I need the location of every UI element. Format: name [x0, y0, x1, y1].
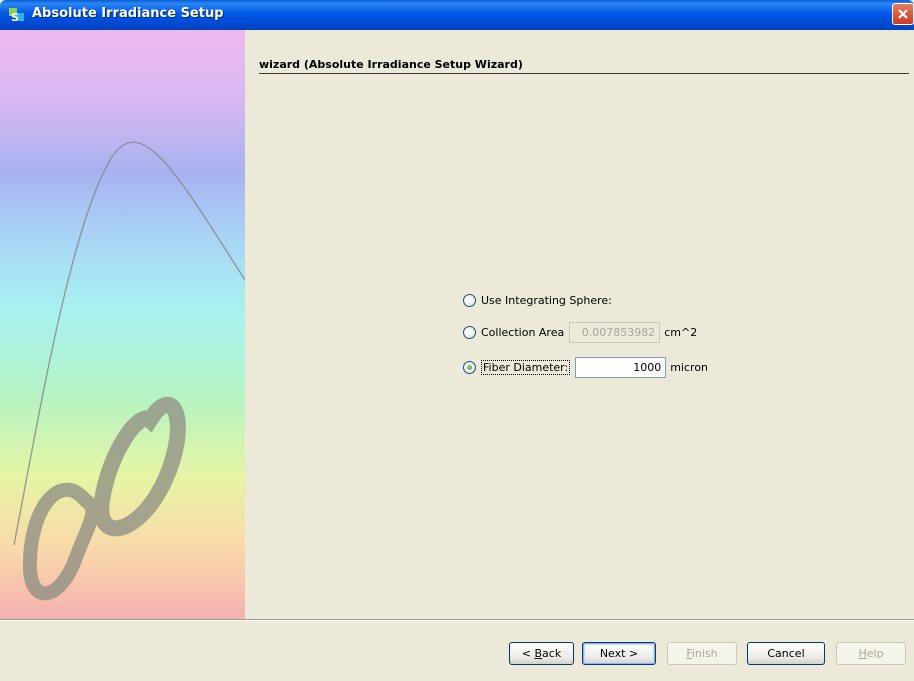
help-button[interactable]: Help — [836, 642, 906, 665]
close-icon — [898, 9, 908, 19]
back-rest: ack — [542, 647, 562, 660]
collection-area-input — [569, 322, 661, 343]
svg-text:S: S — [11, 11, 19, 24]
collection-area-unit: cm^2 — [664, 326, 698, 339]
wizard-side-banner — [0, 30, 245, 619]
next-label: Next > — [599, 647, 639, 660]
next-button[interactable]: Next > — [582, 642, 656, 665]
collection-area-option[interactable]: Collection Area cm^2 — [463, 322, 697, 343]
spectrasuite-app-icon: S — [8, 6, 26, 24]
footer-divider-highlight — [0, 620, 914, 621]
fiber-diameter-unit: micron — [670, 361, 709, 374]
help-mnemonic: H — [858, 647, 867, 660]
close-button[interactable] — [892, 3, 914, 25]
back-button[interactable]: < Back — [509, 642, 574, 665]
help-rest: elp — [866, 647, 884, 660]
integrating-sphere-option[interactable]: Use Integrating Sphere: — [463, 294, 612, 307]
cancel-button[interactable]: Cancel — [747, 642, 825, 665]
finish-rest: inish — [691, 647, 718, 660]
back-prefix: < — [521, 647, 535, 660]
header-divider — [259, 73, 909, 74]
integrating-sphere-radio[interactable] — [463, 294, 476, 307]
collection-area-radio[interactable] — [463, 326, 476, 339]
wizard-step-title: wizard (Absolute Irradiance Setup Wizard… — [259, 58, 523, 71]
fiber-diameter-option[interactable]: Fiber Diameter: micron — [463, 357, 708, 378]
fiber-diameter-radio[interactable] — [463, 361, 476, 374]
absolute-irradiance-setup-window: S Absolute Irradiance Setup wizard (Abso… — [0, 0, 914, 681]
back-mnemonic: B — [534, 647, 543, 660]
integrating-sphere-label: Use Integrating Sphere: — [481, 294, 612, 307]
finish-button[interactable]: Finish — [667, 642, 737, 665]
cancel-label: Cancel — [767, 647, 805, 660]
fiber-diameter-label: Fiber Diameter: — [481, 360, 571, 375]
window-title: Absolute Irradiance Setup — [32, 6, 224, 21]
fiber-diameter-input[interactable] — [575, 357, 667, 378]
collection-area-label: Collection Area — [481, 326, 565, 339]
spectrum-curve-logo — [13, 141, 245, 601]
title-bar[interactable]: S Absolute Irradiance Setup — [0, 0, 914, 30]
